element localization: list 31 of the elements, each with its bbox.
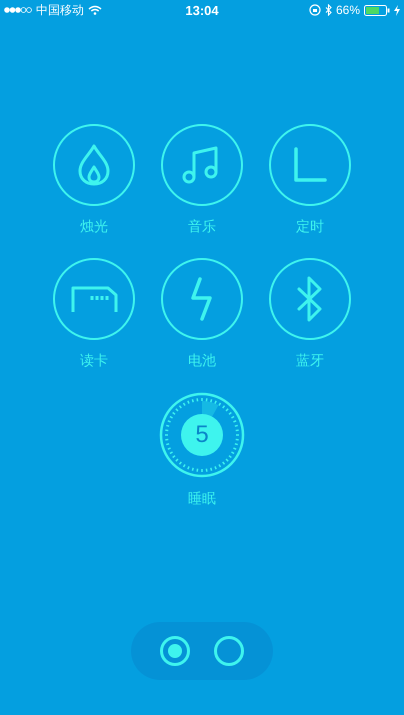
- status-time: 13:04: [185, 2, 219, 18]
- rotation-lock-icon: [308, 4, 321, 16]
- feature-label: 烛光: [80, 218, 108, 236]
- feature-button[interactable]: [53, 258, 135, 340]
- charging-icon: [394, 4, 400, 16]
- card-reader-icon: [70, 284, 118, 314]
- sleep-minutes: 5: [195, 423, 209, 447]
- sleep-label: 睡眠: [188, 490, 216, 508]
- page-dot[interactable]: [214, 636, 244, 666]
- feature-label: 读卡: [80, 352, 108, 370]
- lightning-icon: [190, 276, 214, 322]
- carrier-name: 中国移动: [36, 2, 84, 18]
- wifi-icon: [88, 5, 102, 15]
- feature-button[interactable]: [269, 258, 351, 340]
- feature-button[interactable]: [269, 124, 351, 206]
- feature-button[interactable]: [53, 124, 135, 206]
- page-dot[interactable]: [160, 636, 190, 666]
- feature-label: 电池: [188, 352, 216, 370]
- feature-button[interactable]: [161, 124, 243, 206]
- clock-hands-icon: [293, 147, 327, 183]
- bluetooth-icon: [296, 275, 324, 323]
- feature-label: 定时: [296, 218, 324, 236]
- battery-percent: 66%: [336, 3, 360, 17]
- battery-icon: [364, 4, 390, 16]
- flame-icon: [77, 143, 111, 187]
- bluetooth-icon: [324, 4, 332, 16]
- signal-icon: [4, 7, 32, 13]
- feature-label: 蓝牙: [296, 352, 324, 370]
- feature-label: 音乐: [188, 218, 216, 236]
- sleep-timer-dial[interactable]: 5: [159, 392, 245, 478]
- feature-button[interactable]: [161, 258, 243, 340]
